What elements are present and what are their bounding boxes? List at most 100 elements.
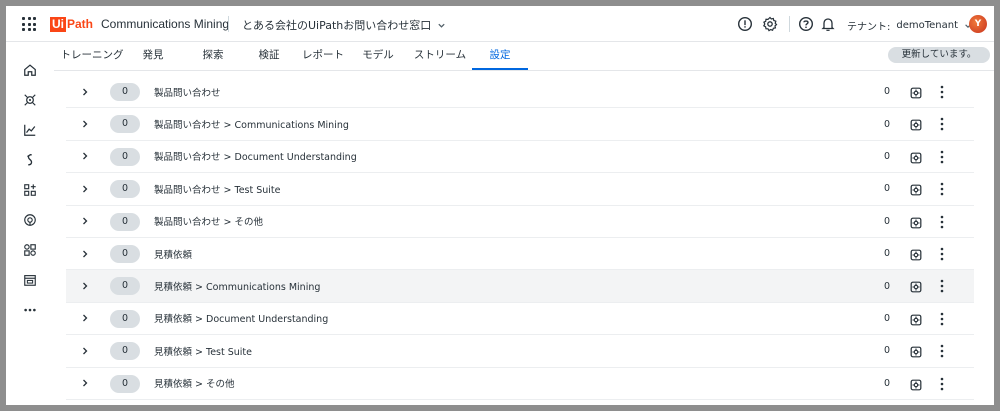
- list-item[interactable]: 0 見積依頼 > その他 0: [66, 368, 974, 400]
- chevron-right-icon[interactable]: [80, 238, 90, 269]
- more-vertical-icon[interactable]: [935, 343, 949, 359]
- list-item[interactable]: 0 製品問い合わせ > その他 0: [66, 206, 974, 238]
- gear-icon[interactable]: [762, 16, 778, 32]
- alert-icon[interactable]: [737, 16, 753, 32]
- streams-icon[interactable]: [22, 152, 38, 168]
- tab-explore[interactable]: 探索: [198, 42, 228, 70]
- help-icon[interactable]: [798, 16, 814, 32]
- label-list: 0 製品問い合わせ 0 0 製品問い合わせ > Communications M…: [66, 76, 974, 400]
- gear-icon[interactable]: [909, 344, 923, 358]
- precision-badge: 0: [110, 309, 140, 328]
- chevron-down-icon: [438, 23, 445, 28]
- precision-badge: 0: [110, 244, 140, 263]
- mining-icon[interactable]: [22, 212, 38, 228]
- product-name: Communications Mining: [101, 17, 230, 31]
- gear-icon[interactable]: [909, 247, 923, 261]
- label-count: 0: [884, 280, 891, 292]
- more-vertical-icon[interactable]: [935, 149, 949, 165]
- more-vertical-icon[interactable]: [935, 214, 949, 230]
- list-item[interactable]: 0 見積依頼 > Document Understanding 0: [66, 303, 974, 336]
- tab-training[interactable]: トレーニング: [60, 42, 124, 70]
- tab-models[interactable]: モデル: [360, 42, 396, 70]
- gear-icon[interactable]: [909, 215, 923, 229]
- logo-path: Path: [67, 17, 94, 31]
- chevron-right-icon[interactable]: [80, 141, 90, 172]
- label-count: 0: [884, 118, 891, 130]
- gear-icon[interactable]: [909, 377, 923, 391]
- tab-validation[interactable]: 検証: [254, 42, 284, 70]
- label-name: 見積依頼 > Document Understanding: [154, 314, 329, 326]
- tab-reports[interactable]: レポート: [301, 42, 345, 70]
- more-vertical-icon[interactable]: [935, 116, 949, 132]
- app-window: Ui Path Communications Mining とある会社のUiPa…: [6, 6, 994, 405]
- dataset-selector[interactable]: とある会社のUiPathお問い合わせ窓口: [242, 17, 446, 33]
- logo[interactable]: Ui Path Communications Mining: [50, 16, 229, 32]
- home-icon[interactable]: [22, 62, 38, 78]
- list-item[interactable]: 0 製品問い合わせ > Document Understanding 0: [66, 141, 974, 174]
- apps-add-icon[interactable]: [22, 182, 38, 198]
- tenant-selector[interactable]: テナント: demoTenant: [847, 18, 972, 33]
- gear-icon[interactable]: [909, 85, 923, 99]
- tab-settings[interactable]: 設定: [472, 42, 528, 70]
- chevron-right-icon[interactable]: [80, 76, 90, 107]
- chevron-right-icon[interactable]: [80, 108, 90, 139]
- chevron-right-icon[interactable]: [80, 335, 90, 366]
- list-item[interactable]: 0 見積依頼 > Communications Mining 0: [66, 270, 974, 303]
- logo-ui: Ui: [50, 16, 66, 32]
- gear-icon[interactable]: [909, 182, 923, 196]
- tab-streams[interactable]: ストリーム: [412, 42, 468, 70]
- precision-badge: 0: [110, 277, 140, 296]
- label-count: 0: [884, 345, 891, 357]
- chart-icon[interactable]: [22, 122, 38, 138]
- precision-badge: 0: [110, 83, 140, 101]
- label-count: 0: [884, 86, 891, 98]
- chevron-right-icon[interactable]: [80, 303, 90, 334]
- bell-icon[interactable]: [820, 16, 836, 32]
- label-count: 0: [884, 150, 891, 162]
- label-name: 製品問い合わせ > Test Suite: [154, 184, 281, 196]
- app-launcher-icon[interactable]: [22, 17, 36, 31]
- label-count: 0: [884, 312, 891, 324]
- list-item[interactable]: 0 見積依頼 > Test Suite 0: [66, 335, 974, 368]
- gear-icon[interactable]: [909, 117, 923, 131]
- chevron-right-icon[interactable]: [80, 368, 90, 399]
- train-icon[interactable]: [22, 92, 38, 108]
- more-vertical-icon[interactable]: [935, 246, 949, 262]
- more-vertical-icon[interactable]: [935, 376, 949, 392]
- label-name: 見積依頼 > Communications Mining: [154, 282, 321, 294]
- label-count: 0: [884, 248, 891, 260]
- more-vertical-icon[interactable]: [935, 181, 949, 197]
- tab-bar: トレーニング 発見 探索 検証 レポート モデル ストリーム 設定 更新していま…: [54, 42, 994, 71]
- chevron-right-icon[interactable]: [80, 270, 90, 301]
- tab-discover[interactable]: 発見: [138, 42, 168, 70]
- avatar[interactable]: Y: [969, 15, 987, 33]
- list-item[interactable]: 0 製品問い合わせ > Test Suite 0: [66, 173, 974, 206]
- more-vertical-icon[interactable]: [935, 278, 949, 294]
- label-name: 見積依頼 > Test Suite: [154, 346, 252, 358]
- gear-icon[interactable]: [909, 150, 923, 164]
- list-item[interactable]: 0 製品問い合わせ > Communications Mining 0: [66, 108, 974, 141]
- dataset-icon[interactable]: [22, 272, 38, 288]
- tenant-name: demoTenant: [896, 20, 959, 31]
- more-icon[interactable]: [22, 302, 38, 318]
- gear-icon[interactable]: [909, 312, 923, 326]
- precision-badge: 0: [110, 212, 140, 231]
- precision-badge: 0: [110, 342, 140, 361]
- scrollbar[interactable]: [987, 76, 992, 405]
- list-item[interactable]: 0 製品問い合わせ 0: [66, 76, 974, 109]
- precision-badge: 0: [110, 180, 140, 199]
- tenant-label: テナント:: [847, 22, 891, 33]
- label-count: 0: [884, 377, 891, 389]
- more-vertical-icon[interactable]: [935, 311, 949, 327]
- list-item[interactable]: 0 見積依頼 0: [66, 238, 974, 271]
- gear-icon[interactable]: [909, 279, 923, 293]
- label-name: 製品問い合わせ: [154, 87, 221, 99]
- label-count: 0: [884, 215, 891, 227]
- dataset-name: とある会社のUiPathお問い合わせ窓口: [242, 19, 432, 32]
- label-name: 見積依頼: [154, 249, 193, 261]
- chevron-right-icon[interactable]: [80, 206, 90, 237]
- chevron-right-icon[interactable]: [80, 173, 90, 204]
- avatar-initial: Y: [974, 19, 982, 29]
- more-vertical-icon[interactable]: [935, 84, 949, 100]
- integrations-icon[interactable]: [22, 242, 38, 258]
